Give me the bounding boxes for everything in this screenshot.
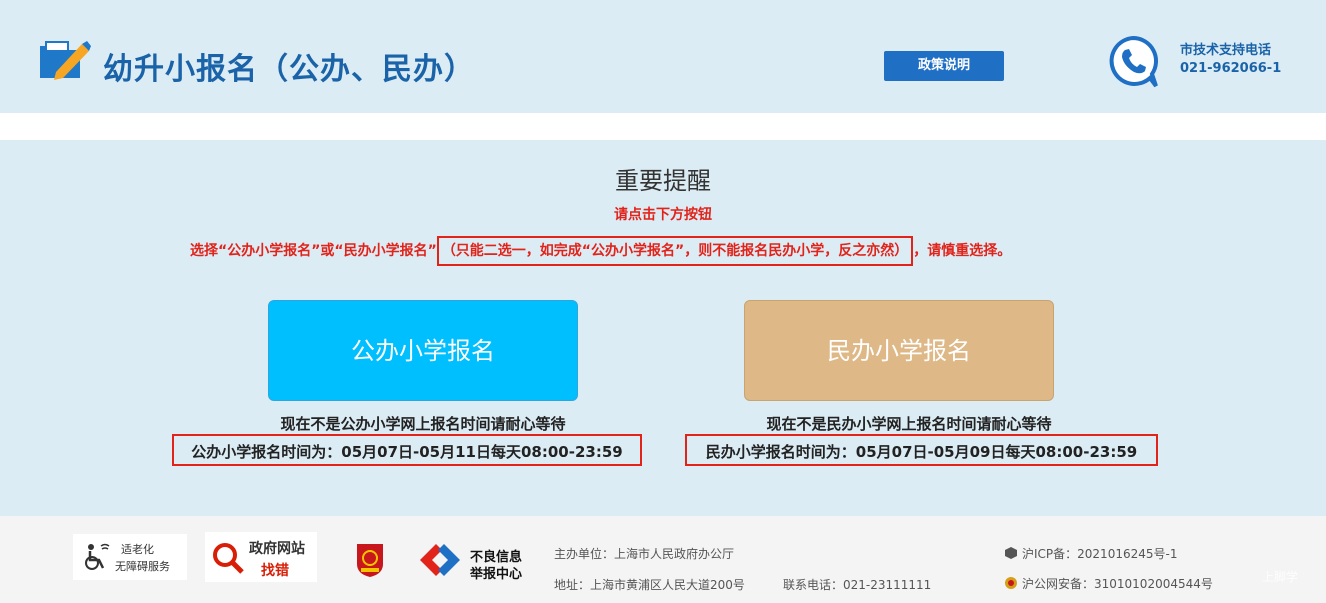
rule-prefix: 选择“公办小学报名”或“民办小学报名” <box>190 243 437 259</box>
gov-error-label-1: 政府网站 <box>249 541 305 557</box>
wheelchair-icon <box>85 543 110 570</box>
watermark: 上脚学 <box>1262 570 1299 584</box>
private-school-button[interactable]: 民办小学报名 <box>744 300 1054 401</box>
public-school-button[interactable]: 公办小学报名 <box>268 300 578 401</box>
support-label: 市技术支持电话 <box>1180 43 1272 58</box>
support-phone: 021-962066-1 <box>1180 61 1282 76</box>
magnifier-icon <box>213 543 244 574</box>
page-title: 幼升小报名（公办、民办） <box>103 52 475 87</box>
emblem-icon[interactable] <box>355 542 385 578</box>
pencil-book-icon <box>40 41 91 80</box>
accessibility-badge[interactable]: 适老化 无障碍服务 <box>73 534 187 580</box>
header: 幼升小报名（公办、民办） 政策说明 市技术支持电话 021-962066-1 <box>0 0 1326 113</box>
phone-chat-icon <box>1109 35 1158 88</box>
report-center-icon[interactable] <box>420 544 460 576</box>
address-text: 地址：上海市黄浦区人民大道200号 <box>554 578 745 592</box>
police-text[interactable]: 沪公网安备：31010102004544号 <box>1022 575 1213 592</box>
notice-title: 重要提醒 <box>615 167 711 195</box>
icp-text[interactable]: 沪ICP备：2021016245号-1 <box>1022 545 1177 562</box>
host-text: 主办单位：上海市人民政府办公厅 <box>554 547 735 561</box>
police-badge-icon <box>1005 577 1017 589</box>
private-time-box: 民办小学报名时间为：05月07日-05月09日每天08:00-23:59 <box>685 434 1158 466</box>
notice-hint: 请点击下方按钮 <box>614 207 712 223</box>
icp-icon <box>1005 547 1017 559</box>
rule-highlight: （只能二选一，如完成“公办小学报名”，则不能报名民办小学，反之亦然） <box>436 236 914 266</box>
report-label-2: 举报中心 <box>470 567 523 582</box>
accessibility-label-1: 适老化 <box>121 543 154 556</box>
gov-error-badge[interactable]: 政府网站 找错 <box>205 532 317 582</box>
public-time-box: 公办小学报名时间为：05月07日-05月11日每天08:00-23:59 <box>172 434 642 466</box>
policy-button[interactable]: 政策说明 <box>884 51 1004 81</box>
accessibility-label-2: 无障碍服务 <box>115 560 170 573</box>
rule-suffix: ，请慎重选择。 <box>913 243 1012 259</box>
main-panel: 重要提醒 请点击下方按钮 选择“公办小学报名”或“民办小学报名” （只能二选一，如… <box>0 140 1326 516</box>
notice-rule: 选择“公办小学报名”或“民办小学报名” （只能二选一，如完成“公办小学报名”，则不… <box>190 236 1011 266</box>
private-wait-text: 现在不是民办小学网上报名时间请耐心等待 <box>766 415 1052 433</box>
public-wait-text: 现在不是公办小学网上报名时间请耐心等待 <box>280 415 566 433</box>
contact-text: 联系电话：021-23111111 <box>783 578 932 592</box>
footer: 适老化 无障碍服务 政府网站 找错 不良信息 举报中心 主办单位：上海市人民政府… <box>0 516 1326 603</box>
gov-error-label-2: 找错 <box>261 563 289 579</box>
